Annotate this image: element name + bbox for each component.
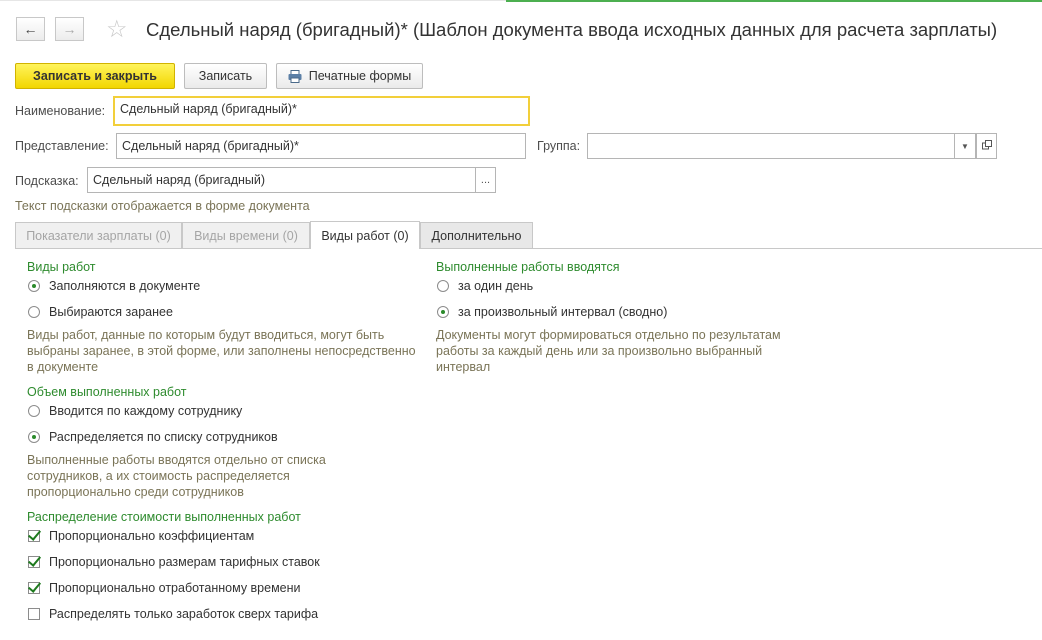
option-label: Выбираются заранее <box>49 305 173 319</box>
volume-description: Выполненные работы вводятся отдельно от … <box>27 453 326 499</box>
presentation-label: Представление: <box>15 139 109 153</box>
print-forms-label: Печатные формы <box>308 69 412 83</box>
ellipsis-icon: ... <box>480 174 491 186</box>
name-label: Наименование: <box>15 104 106 118</box>
printer-icon <box>288 69 302 83</box>
forward-button[interactable]: → <box>55 17 84 41</box>
arrow-left-icon: ← <box>23 21 38 37</box>
tab-work-types[interactable]: Виды работ (0) <box>310 221 420 249</box>
group-dropdown-button[interactable]: ▼ <box>954 133 976 159</box>
page-title: Сдельный наряд (бригадный)* (Шаблон доку… <box>146 19 998 40</box>
presentation-input[interactable]: Сдельный наряд (бригадный)* <box>116 133 526 159</box>
group-label: Группа: <box>537 139 581 153</box>
option-label: Пропорционально размерам тарифных ставок <box>49 555 320 569</box>
option-label: за произвольный интервал (сводно) <box>458 305 668 319</box>
entered-works-heading: Выполненные работы вводятся <box>436 260 620 274</box>
print-forms-button[interactable]: Печатные формы <box>276 63 423 89</box>
option-label: Пропорционально отработанному времени <box>49 581 301 595</box>
tooltip-label: Подсказка: <box>15 174 79 188</box>
volume-option-per-employee[interactable]: Вводится по каждому сотруднику <box>28 404 242 418</box>
tooltip-select-button[interactable]: ... <box>475 167 496 193</box>
option-label: Распределяется по списку сотрудников <box>49 430 278 444</box>
option-label: за один день <box>458 279 534 293</box>
entered-works-option-one-day[interactable]: за один день <box>437 279 533 293</box>
option-label: Заполняются в документе <box>49 279 201 293</box>
radio-selected-icon <box>28 431 40 443</box>
name-input[interactable]: Сдельный наряд (бригадный)* <box>113 96 530 126</box>
tooltip-hint: Текст подсказки отображается в форме док… <box>15 199 310 213</box>
checkbox-checked-icon <box>28 582 40 594</box>
entered-works-option-interval[interactable]: за произвольный интервал (сводно) <box>437 305 667 319</box>
radio-selected-icon <box>28 280 40 292</box>
radio-icon <box>28 306 40 318</box>
distribution-heading: Распределение стоимости выполненных рабо… <box>27 510 301 524</box>
work-types-option-in-document[interactable]: Заполняются в документе <box>28 279 200 293</box>
option-label: Пропорционально коэффициентам <box>49 529 255 543</box>
tab-divider <box>15 248 1042 249</box>
option-label: Распределять только заработок сверх тари… <box>49 607 319 621</box>
radio-icon <box>28 405 40 417</box>
tab-time-types[interactable]: Виды времени (0) <box>182 222 310 248</box>
tab-salary-indicators[interactable]: Показатели зарплаты (0) <box>15 222 182 248</box>
group-open-button[interactable] <box>976 133 997 159</box>
work-types-description: Виды работ, данные по которым будут ввод… <box>27 328 416 374</box>
checkbox-icon <box>28 608 40 620</box>
star-icon[interactable]: ☆ <box>106 16 128 44</box>
tab-additional[interactable]: Дополнительно <box>420 222 533 248</box>
checkbox-checked-icon <box>28 530 40 542</box>
arrow-right-icon: → <box>62 21 77 37</box>
tooltip-input[interactable]: Сдельный наряд (бригадный) <box>87 167 476 193</box>
open-window-icon <box>981 139 992 153</box>
window-top-border <box>0 0 506 1</box>
back-button[interactable]: ← <box>16 17 45 41</box>
checkbox-checked-icon <box>28 556 40 568</box>
option-label: Вводится по каждому сотруднику <box>49 404 243 418</box>
volume-option-distributed[interactable]: Распределяется по списку сотрудников <box>28 430 278 444</box>
distribution-coefficients-checkbox[interactable]: Пропорционально коэффициентам <box>28 529 254 543</box>
volume-heading: Объем выполненных работ <box>27 385 187 399</box>
group-input[interactable] <box>587 133 955 159</box>
chevron-down-icon: ▼ <box>961 141 969 151</box>
save-and-close-button[interactable]: Записать и закрыть <box>15 63 175 89</box>
window-accent-line <box>506 0 1042 2</box>
save-button[interactable]: Записать <box>184 63 267 89</box>
radio-selected-icon <box>437 306 449 318</box>
distribution-over-tariff-checkbox[interactable]: Распределять только заработок сверх тари… <box>28 607 318 621</box>
entered-works-description: Документы могут формироваться отдельно п… <box>436 328 781 374</box>
distribution-worked-time-checkbox[interactable]: Пропорционально отработанному времени <box>28 581 301 595</box>
work-types-heading: Виды работ <box>27 260 96 274</box>
distribution-tariff-rates-checkbox[interactable]: Пропорционально размерам тарифных ставок <box>28 555 320 569</box>
radio-icon <box>437 280 449 292</box>
work-types-option-preselected[interactable]: Выбираются заранее <box>28 305 173 319</box>
